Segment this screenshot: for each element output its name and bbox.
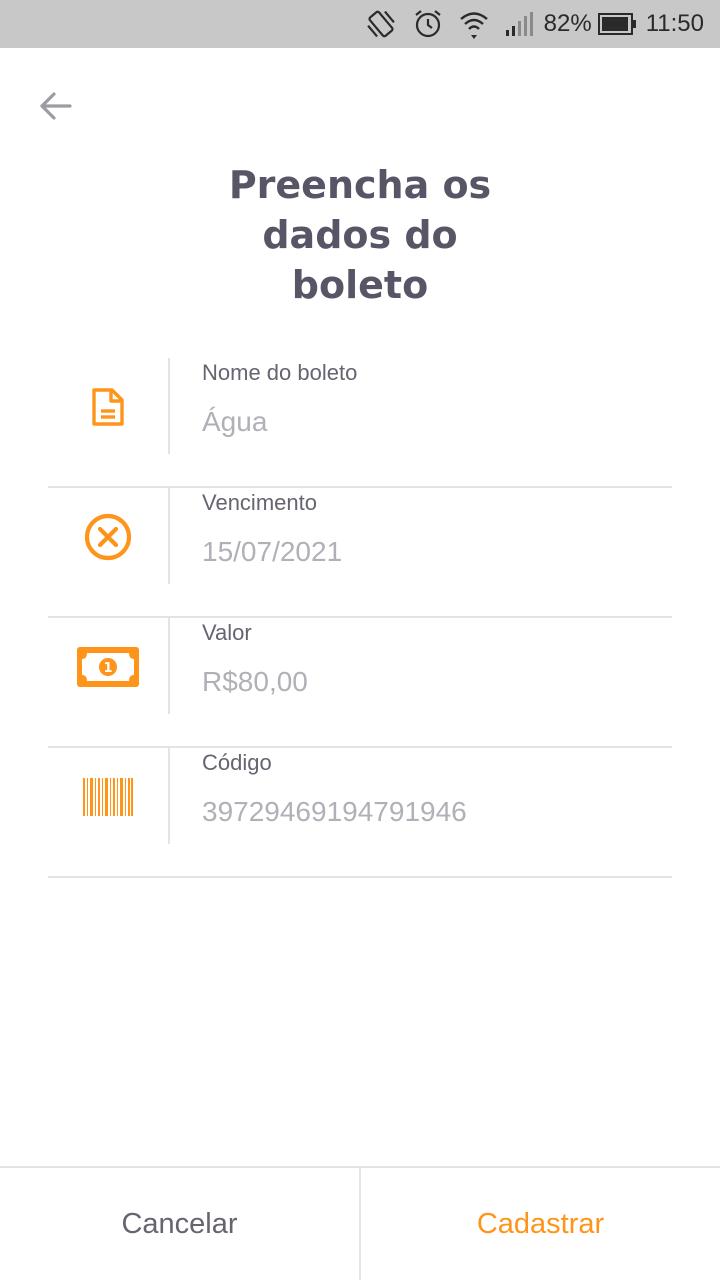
field-label: Nome do boleto	[202, 360, 358, 385]
code-input[interactable]	[202, 792, 662, 832]
close-circle-icon	[48, 488, 168, 586]
status-clock: 11:50	[645, 10, 704, 37]
page-title: Preencha os dados do boleto	[228, 163, 492, 307]
field-label: Vencimento	[202, 490, 317, 515]
field-label: Valor	[202, 620, 252, 645]
field-label: Código	[202, 750, 272, 775]
vibrate-icon	[364, 7, 398, 41]
register-button[interactable]: Cadastrar	[361, 1168, 720, 1280]
status-bar: 82% 11:50	[0, 0, 720, 48]
document-icon	[48, 358, 168, 456]
boleto-form: Nome do boleto Vencimento 1 Valor	[48, 358, 672, 878]
cancel-button[interactable]: Cancelar	[0, 1168, 359, 1280]
field-divider	[168, 358, 170, 454]
field-divider	[168, 618, 170, 714]
svg-text:1: 1	[103, 661, 112, 676]
field-divider	[168, 748, 170, 844]
back-button[interactable]	[32, 82, 80, 130]
field-divider	[168, 488, 170, 584]
name-input[interactable]	[202, 402, 662, 442]
arrow-left-icon	[40, 92, 72, 120]
due-date-input[interactable]	[202, 532, 662, 572]
bottom-action-bar: Cancelar Cadastrar	[0, 1166, 720, 1280]
battery-icon	[597, 12, 638, 36]
money-icon: 1	[48, 618, 168, 716]
field-row-nome: Nome do boleto	[48, 358, 672, 488]
field-row-valor: 1 Valor	[48, 618, 672, 748]
field-row-vencimento: Vencimento	[48, 488, 672, 618]
signal-icon	[504, 10, 534, 38]
barcode-icon	[48, 748, 168, 846]
alarm-icon	[412, 8, 444, 40]
wifi-icon	[458, 8, 490, 40]
field-row-codigo: Código	[48, 748, 672, 878]
amount-input[interactable]	[202, 662, 662, 702]
battery-percent: 82%	[543, 10, 592, 37]
